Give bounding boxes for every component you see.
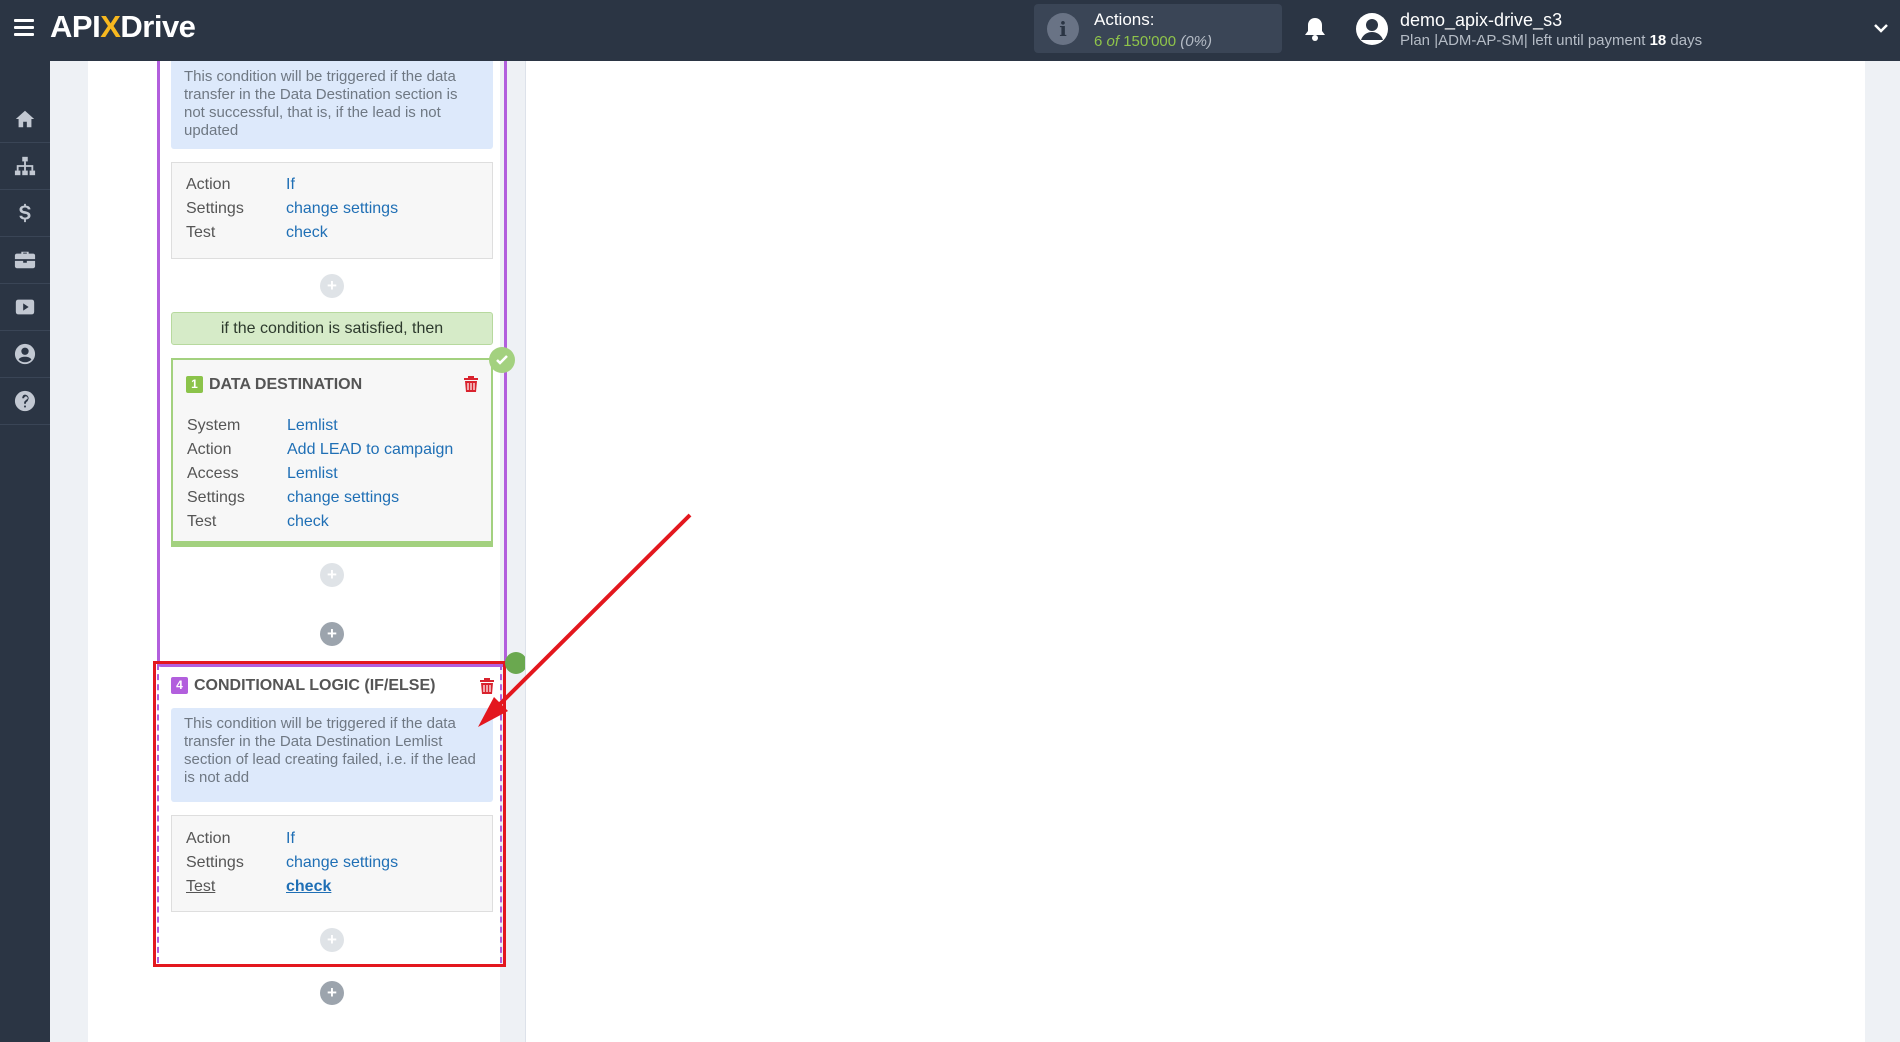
destination-title-text: DATA DESTINATION xyxy=(209,376,363,393)
block4-change-settings-link[interactable]: change settings xyxy=(286,854,398,871)
block4-title-text: CONDITIONAL LOGIC (IF/ELSE) xyxy=(194,677,436,694)
sidebar-item-help[interactable] xyxy=(0,378,50,425)
row-label: Action xyxy=(186,176,231,193)
check-circle-icon xyxy=(489,347,515,373)
flow-column: This condition will be triggered if the … xyxy=(88,61,527,1042)
block3-row-settings: Settings change settings xyxy=(186,200,398,220)
user-avatar-icon[interactable] xyxy=(1355,12,1389,46)
trash-icon[interactable] xyxy=(463,375,479,393)
row-label: Action xyxy=(186,830,231,847)
annotation-arrow xyxy=(478,513,692,727)
block3-action-link[interactable]: If xyxy=(286,176,295,193)
logo-text-api: API xyxy=(50,9,101,44)
sidebar-item-home[interactable] xyxy=(0,96,50,143)
block3-row-action: Action If xyxy=(186,176,295,196)
destination-system-link[interactable]: Lemlist xyxy=(287,417,338,434)
row-label: Settings xyxy=(186,854,244,871)
data-destination-card: 1 DATA DESTINATION System Lemlist Action Ad… xyxy=(171,358,493,547)
logo-text-drive: Drive xyxy=(120,9,196,44)
block4-row-test: Test check xyxy=(186,878,331,898)
row-label: Settings xyxy=(187,489,245,506)
briefcase-icon xyxy=(14,251,36,269)
actions-percent: (0%) xyxy=(1180,33,1212,50)
question-icon xyxy=(14,390,36,412)
block4-check-link[interactable]: check xyxy=(286,878,331,895)
row-label: Test xyxy=(186,878,216,895)
actions-title: Actions: xyxy=(1094,10,1155,29)
block4-settings: Action If Settings change settings Test che… xyxy=(171,815,493,912)
sidebar-item-videos[interactable] xyxy=(0,284,50,331)
sidebar-item-services[interactable] xyxy=(0,237,50,284)
block3-settings: Action If Settings change settings Test che… xyxy=(171,162,493,259)
actions-of: of xyxy=(1106,33,1120,50)
actions-counter: i Actions: 6 of 150'000 (0%) xyxy=(1034,4,1282,53)
row-label: System xyxy=(187,417,241,434)
block4-description: This condition will be triggered if the … xyxy=(171,708,493,802)
actions-used: 6 xyxy=(1094,33,1103,50)
destination-check-link[interactable]: check xyxy=(287,513,329,530)
info-icon: i xyxy=(1047,13,1079,45)
chevron-down-icon[interactable] xyxy=(1873,20,1889,36)
add-step-button[interactable]: + xyxy=(320,274,344,298)
arrow-line xyxy=(493,513,692,711)
row-label: Action xyxy=(187,441,232,458)
sidebar-item-connections[interactable] xyxy=(0,143,50,190)
apixdrive-logo[interactable]: APIXDrive xyxy=(50,9,196,45)
destination-title: 1 DATA DESTINATION xyxy=(186,376,362,394)
destination-row-action: Action Add LEAD to campaign xyxy=(187,441,453,461)
add-step-button[interactable]: + xyxy=(320,622,344,646)
destination-row-test: Test check xyxy=(187,513,329,533)
block3-description: This condition will be triggered if the … xyxy=(171,61,493,149)
top-bar: APIXDrive i Actions: 6 of 150'000 (0%) d… xyxy=(0,0,1900,61)
youtube-icon xyxy=(15,299,35,315)
row-label: Test xyxy=(187,513,217,530)
block4-row-settings: Settings change settings xyxy=(186,854,398,874)
add-step-button[interactable]: + xyxy=(320,981,344,1005)
sidebar xyxy=(0,61,50,1042)
bell-icon[interactable] xyxy=(1303,16,1327,42)
row-label: Settings xyxy=(186,200,244,217)
plan-days: 18 xyxy=(1649,32,1667,49)
row-label: Test xyxy=(186,224,216,241)
plan-info: Plan |ADM-AP-SM| left until payment 18 d… xyxy=(1400,32,1702,49)
block4-action-link[interactable]: If xyxy=(286,830,295,847)
destination-row-system: System Lemlist xyxy=(187,417,338,437)
block3-row-test: Test check xyxy=(186,224,328,244)
destination-access-link[interactable]: Lemlist xyxy=(287,465,338,482)
block3-change-settings-link[interactable]: change settings xyxy=(286,200,398,217)
sidebar-item-billing[interactable] xyxy=(0,190,50,237)
user-circle-icon xyxy=(14,343,36,365)
username[interactable]: demo_apix-drive_s3 xyxy=(1400,10,1562,31)
block3-check-link[interactable]: check xyxy=(286,224,328,241)
actions-total: 150'000 xyxy=(1123,33,1177,50)
home-icon xyxy=(15,110,35,128)
destination-action-link[interactable]: Add LEAD to campaign xyxy=(287,441,453,458)
row-label: Access xyxy=(187,465,239,482)
actions-usage: 6 of 150'000 (0%) xyxy=(1094,33,1212,50)
destination-row-settings: Settings change settings xyxy=(187,489,399,509)
block4-row-action: Action If xyxy=(186,830,295,850)
sidebar-item-account[interactable] xyxy=(0,331,50,378)
step-number-badge: 4 xyxy=(171,677,188,694)
destination-row-access: Access Lemlist xyxy=(187,465,338,485)
add-step-button[interactable]: + xyxy=(320,563,344,587)
block4-title: 4 CONDITIONAL LOGIC (IF/ELSE) xyxy=(171,677,435,695)
plan-prefix: Plan |ADM-AP-SM| left until payment xyxy=(1400,32,1646,49)
step-number-badge: 1 xyxy=(186,376,203,393)
dollar-icon xyxy=(19,203,31,223)
main-content: This condition will be triggered if the … xyxy=(50,61,1900,1042)
hamburger-menu-icon[interactable] xyxy=(14,19,34,39)
destination-change-settings-link[interactable]: change settings xyxy=(287,489,399,506)
sitemap-icon xyxy=(14,156,36,176)
condition-satisfied-label: if the condition is satisfied, then xyxy=(171,312,493,345)
add-step-button[interactable]: + xyxy=(320,928,344,952)
logo-text-x: X xyxy=(100,9,121,44)
plan-suffix: days xyxy=(1670,32,1703,49)
